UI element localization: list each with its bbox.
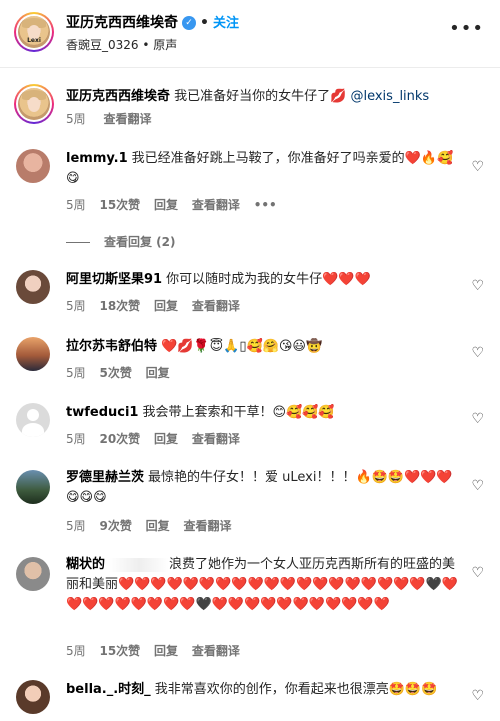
commenter-username[interactable]: 糊状的 [66, 557, 105, 572]
comment-time: 5周 [66, 644, 86, 658]
comment-text: 拉尔苏韦舒伯特 ❤️💋🌹😇🙏▯🥰🤗😘😃🤠 [66, 337, 466, 357]
translate-button[interactable]: 查看翻译 [192, 432, 240, 446]
author-line: 亚历克西西维埃奇 ✓ • 关注 [66, 12, 239, 32]
comment-more-icon[interactable]: ••• [254, 198, 277, 212]
caption-time: 5周 [66, 112, 86, 126]
heart-outline-icon[interactable]: ♡ [471, 411, 484, 427]
commenter-avatar[interactable] [16, 270, 50, 304]
audio-subtitle[interactable]: 香豌豆_0326 • 原声 [66, 36, 177, 53]
heart-outline-icon[interactable]: ♡ [471, 478, 484, 494]
comment-meta: 5周 9次赞 回复 查看翻译 [66, 517, 242, 534]
comment-text: 糊状的 浪费了她作为一个女人亚历克西斯所有的旺盛的美丽和美丽❤️❤️❤️❤️❤️❤… [66, 555, 466, 615]
commenter-username[interactable]: 阿里切斯坚果91 [66, 272, 162, 287]
commenter-username[interactable]: lemmy.1 [66, 151, 128, 166]
comment-time: 5周 [66, 432, 86, 446]
commenter-avatar[interactable] [16, 403, 50, 437]
author-avatar[interactable]: Lexi [14, 12, 54, 52]
comment-likes[interactable]: 20次赞 [99, 432, 140, 446]
commenter-avatar[interactable] [16, 470, 50, 504]
commenter-username[interactable]: 罗德里赫兰茨 [66, 470, 144, 485]
reply-button[interactable]: 回复 [146, 519, 170, 533]
translate-button[interactable]: 查看翻译 [192, 198, 240, 212]
verified-badge-icon: ✓ [182, 16, 196, 30]
commenter-username[interactable]: 拉尔苏韦舒伯特 [66, 339, 157, 354]
comment-body: 我会带上套索和干草！😊🥰🥰🥰 [142, 405, 335, 420]
reply-button[interactable]: 回复 [154, 644, 178, 658]
comment-likes[interactable]: 5次赞 [99, 366, 131, 380]
translate-button[interactable]: 查看翻译 [192, 299, 240, 313]
replies-divider [66, 242, 90, 243]
commenter-avatar[interactable] [16, 337, 50, 371]
heart-outline-icon[interactable]: ♡ [471, 688, 484, 704]
commenter-avatar[interactable] [16, 149, 50, 183]
heart-outline-icon[interactable]: ♡ [471, 565, 484, 581]
comment-text: 罗德里赫兰茨 最惊艳的牛仔女！！爱 uLexi！！！🔥🤩🤩❤️❤️❤️😋😋😋 [66, 468, 466, 508]
view-replies-label[interactable]: 查看回复 (2) [104, 235, 176, 249]
comment-meta: 5周 15次赞 回复 查看翻译 ••• [66, 196, 287, 213]
comment-meta: 5周 20次赞 回复 查看翻译 [66, 430, 250, 447]
comment-time: 5周 [66, 519, 86, 533]
redacted-blur [109, 557, 170, 572]
caption-body: 我已准备好当你的女牛仔了💋 [174, 89, 347, 104]
comment-time: 5周 [66, 198, 86, 212]
caption-avatar[interactable] [14, 84, 54, 124]
comment-body: 我非常喜欢你的创作，你看起来也很漂亮🤩🤩🤩 [154, 682, 438, 697]
commenter-username[interactable]: twfeduci1 [66, 405, 138, 420]
post-header: Lexi 亚历克西西维埃奇 ✓ • 关注 香豌豆_0326 • 原声 ••• [0, 0, 500, 68]
comment-meta: 5周 5次赞 回复 [66, 364, 180, 381]
reply-button[interactable]: 回复 [154, 299, 178, 313]
view-replies-button[interactable]: 查看回复 (2) [66, 233, 176, 250]
avatar-logo-text: Lexi [27, 37, 41, 45]
comment-text: twfeduci1 我会带上套索和干草！😊🥰🥰🥰 [66, 403, 466, 423]
heart-outline-icon[interactable]: ♡ [471, 345, 484, 361]
reply-button[interactable]: 回复 [154, 432, 178, 446]
comment-meta: 5周 15次赞 回复 查看翻译 [66, 642, 250, 659]
heart-outline-icon[interactable]: ♡ [471, 278, 484, 294]
separator-dot: • [200, 15, 209, 31]
commenter-avatar[interactable] [16, 557, 50, 591]
comment-likes[interactable]: 15次赞 [99, 198, 140, 212]
comment-likes[interactable]: 9次赞 [99, 519, 131, 533]
caption-meta: 5周 查看翻译 [66, 110, 165, 127]
comment-body: 你可以随时成为我的女牛仔❤️❤️❤️ [166, 272, 371, 287]
comment-meta: 5周 18次赞 回复 查看翻译 [66, 297, 250, 314]
comment-likes[interactable]: 15次赞 [99, 644, 140, 658]
reply-button[interactable]: 回复 [154, 198, 178, 212]
follow-button[interactable]: 关注 [213, 16, 239, 31]
author-username[interactable]: 亚历克西西维埃奇 [66, 15, 178, 31]
translate-button[interactable]: 查看翻译 [192, 644, 240, 658]
comment-likes[interactable]: 18次赞 [99, 299, 140, 313]
comment-text: lemmy.1 我已经准备好跳上马鞍了，你准备好了吗亲爱的❤️🔥🥰😋 [66, 149, 466, 189]
comment-body: ❤️💋🌹😇🙏▯🥰🤗😘😃🤠 [161, 339, 323, 354]
caption-username[interactable]: 亚历克西西维埃奇 [66, 89, 170, 104]
translate-button[interactable]: 查看翻译 [184, 519, 232, 533]
comment-text: 阿里切斯坚果91 你可以随时成为我的女牛仔❤️❤️❤️ [66, 270, 466, 290]
commenter-username[interactable]: bella._.时刻_ [66, 682, 151, 697]
comment-text: bella._.时刻_ 我非常喜欢你的创作，你看起来也很漂亮🤩🤩🤩 [66, 680, 466, 700]
comment-time: 5周 [66, 299, 86, 313]
commenter-avatar[interactable] [16, 680, 50, 714]
comment-time: 5周 [66, 366, 86, 380]
caption-text: 亚历克西西维埃奇 我已准备好当你的女牛仔了💋 @lexis_links [66, 88, 486, 106]
more-icon[interactable]: ••• [449, 18, 484, 39]
caption-mention[interactable]: @lexis_links [350, 89, 429, 104]
caption-translate[interactable]: 查看翻译 [103, 112, 151, 126]
heart-outline-icon[interactable]: ♡ [471, 159, 484, 175]
reply-button[interactable]: 回复 [146, 366, 170, 380]
